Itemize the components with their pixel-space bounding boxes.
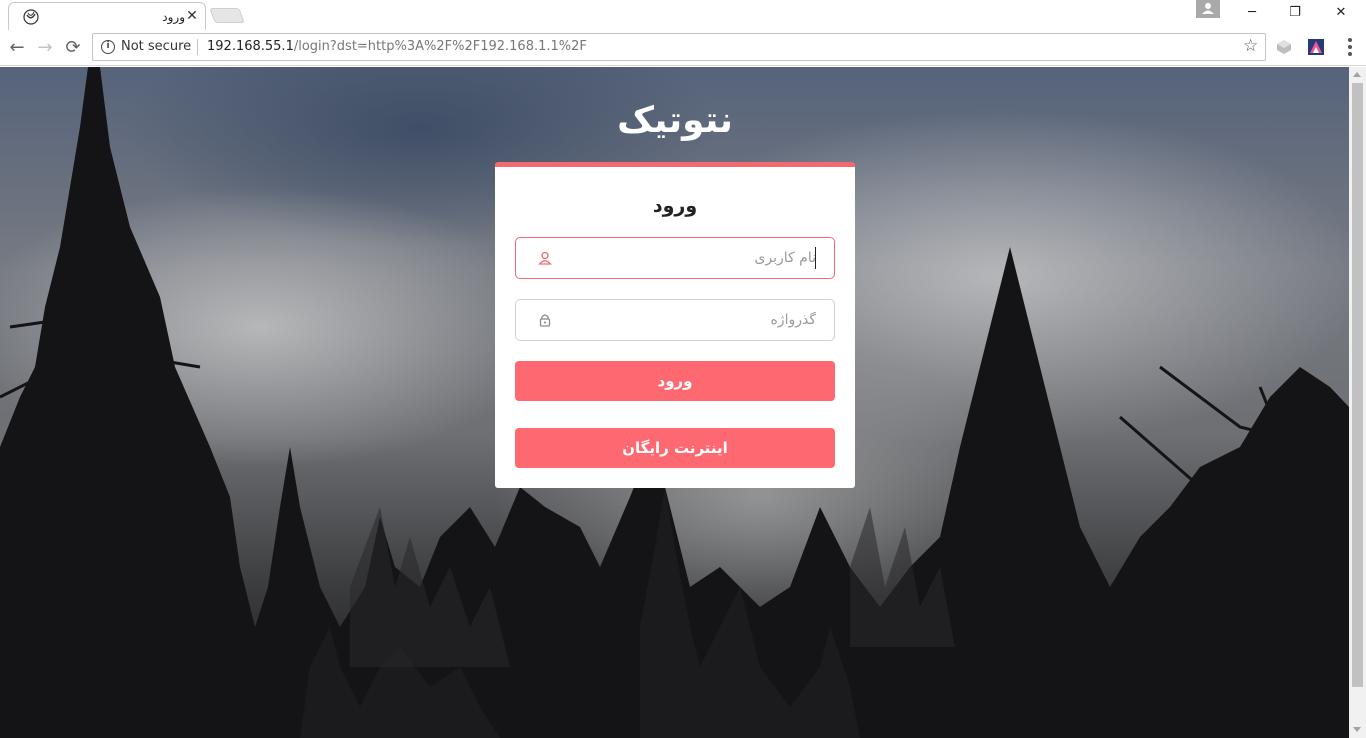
scroll-thumb[interactable]	[1352, 83, 1363, 687]
forward-button[interactable]: →	[32, 35, 58, 61]
restore-button[interactable]: ❐	[1272, 0, 1318, 28]
back-button[interactable]: ←	[4, 35, 30, 61]
brand-title: نتوتیک	[617, 100, 733, 141]
username-field[interactable]	[515, 237, 835, 279]
url-text[interactable]: 192.168.55.1/login?dst=http%3A%2F%2F192.…	[207, 39, 587, 54]
profile-button[interactable]	[1196, 0, 1220, 18]
mikrotik-favicon-icon	[23, 9, 39, 25]
page-scrollbar[interactable]	[1349, 67, 1366, 738]
extension-app-icon[interactable]	[1307, 38, 1325, 56]
lock-icon	[539, 314, 551, 327]
scroll-up-arrow[interactable]	[1353, 72, 1361, 77]
password-field[interactable]	[515, 299, 835, 341]
info-icon[interactable]: i	[101, 40, 115, 54]
free-internet-button[interactable]: اینترنت رایگان	[515, 428, 835, 468]
url-host: 192.168.55.1	[207, 39, 294, 54]
close-window-button[interactable]: ✕	[1318, 0, 1364, 28]
browser-menu-icon[interactable]	[1342, 35, 1358, 59]
login-submit-button[interactable]: ورود	[515, 361, 835, 401]
tab-close-icon[interactable]: ✕	[185, 8, 199, 24]
new-tab-button[interactable]	[209, 8, 245, 23]
minimize-button[interactable]: ─	[1229, 0, 1275, 28]
username-input[interactable]	[564, 239, 816, 277]
bookmark-star-icon[interactable]: ☆	[1243, 36, 1258, 56]
browser-toolbar: ← → ⟳ i Not secure 192.168.55.1/login?ds…	[0, 30, 1366, 66]
text-caret	[815, 247, 816, 269]
extension-cube-icon[interactable]	[1275, 38, 1293, 56]
login-card: ورود ورود اینترنت رایگان	[495, 162, 855, 488]
url-path: /login?dst=http%3A%2F%2F192.168.1.1%2F	[293, 39, 587, 54]
reload-button[interactable]: ⟳	[60, 35, 86, 61]
scroll-down-arrow[interactable]	[1353, 727, 1361, 732]
address-bar[interactable]: i Not secure 192.168.55.1/login?dst=http…	[92, 33, 1266, 61]
user-icon	[538, 251, 552, 265]
tab-strip: ورود ✕ ─ ❐ ✕	[0, 0, 1366, 30]
password-input[interactable]	[564, 301, 816, 339]
security-label[interactable]: Not secure	[121, 39, 191, 54]
browser-tab[interactable]: ورود ✕	[8, 2, 206, 30]
login-title: ورود	[652, 195, 698, 217]
tab-title: ورود	[162, 10, 185, 24]
omnibox-divider	[197, 39, 198, 55]
person-icon	[1202, 3, 1214, 14]
page-background: نتوتیک ورود ورود اینترنت رایگان	[0, 67, 1349, 738]
